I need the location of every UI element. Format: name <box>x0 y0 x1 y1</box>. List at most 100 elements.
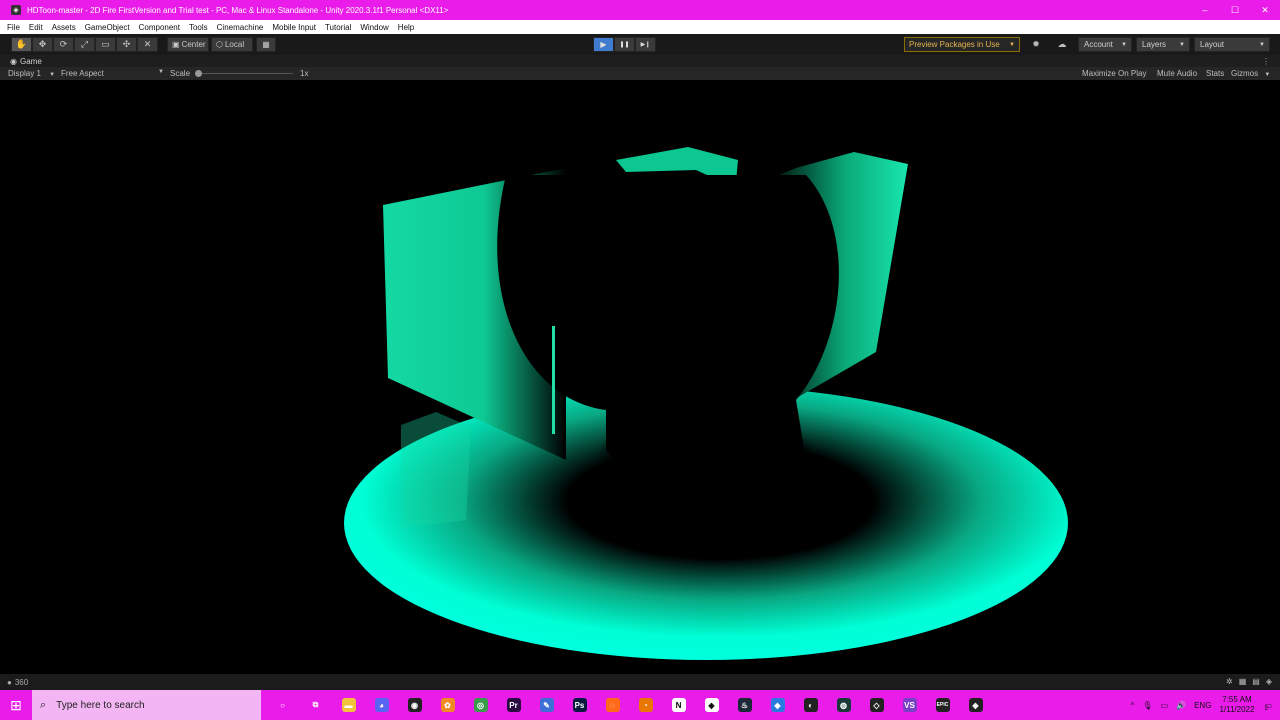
ghost-box <box>401 412 471 528</box>
layout-label: Layout <box>1200 40 1225 49</box>
taskbar-app-photoshop[interactable]: Ps <box>563 690 596 720</box>
unity-hub-icon: ◈ <box>704 698 719 712</box>
unity-editor-icon: ◈ <box>968 698 983 712</box>
menu-mobile-input[interactable]: Mobile Input <box>272 23 316 32</box>
progress-icon[interactable]: ▦ <box>1239 677 1247 686</box>
scale-tool-button[interactable]: ⤢ <box>74 37 95 52</box>
transform-tool-button[interactable]: ✣ <box>116 37 137 52</box>
game-viewport[interactable] <box>6 80 1274 674</box>
taskbar-app-github[interactable]: ◐ <box>794 690 827 720</box>
taskbar-app-cortana[interactable]: ○ <box>266 690 299 720</box>
menu-cinemachine[interactable]: Cinemachine <box>217 23 264 32</box>
menu-assets[interactable]: Assets <box>52 23 76 32</box>
taskbar-app-blender[interactable]: ◔ <box>629 690 662 720</box>
lighting-build-icon[interactable]: ◈ <box>1266 677 1272 686</box>
account-dropdown[interactable]: Account ▼ <box>1078 37 1132 52</box>
taskbar-app-app-dark[interactable]: ◍ <box>827 690 860 720</box>
pivot-label: Center <box>181 40 206 49</box>
file-explorer-icon: ▬ <box>341 698 356 712</box>
clock[interactable]: 7:55 AM 1/11/2022 <box>1219 695 1254 715</box>
taskbar-app-steam[interactable]: ♨ <box>728 690 761 720</box>
notification-icon[interactable]: ▭ 2 <box>1264 701 1272 712</box>
display-label: Display 1 <box>8 69 41 78</box>
minimize-button[interactable]: – <box>1190 0 1220 20</box>
github-icon: ◐ <box>803 698 818 712</box>
taskbar-app-fl-studio[interactable]: ✿ <box>431 690 464 720</box>
task-view-icon: ⧉ <box>312 700 319 709</box>
menu-file[interactable]: File <box>7 23 20 32</box>
pivot-rotation-button[interactable]: ⬡ Local <box>211 37 253 52</box>
language-indicator[interactable]: ENG <box>1194 701 1211 710</box>
volume-icon[interactable]: 🔊 <box>1176 701 1186 710</box>
chevron-down-icon: ▼ <box>49 72 56 78</box>
taskbar-app-file-explorer[interactable]: ▬ <box>332 690 365 720</box>
taskbar-app-visual-studio[interactable]: VS <box>893 690 926 720</box>
window-controls: – ☐ ✕ <box>1190 0 1280 20</box>
lighting-icon[interactable]: ✹ <box>1026 37 1046 52</box>
bug-icon[interactable]: ✲ <box>1226 677 1233 686</box>
taskbar-app-app-blue[interactable]: ◆ <box>761 690 794 720</box>
display-dropdown[interactable]: Display 1 ▼ <box>8 69 55 78</box>
taskbar-app-houdini[interactable]: ◌ <box>596 690 629 720</box>
rotation-label: Local <box>224 40 245 49</box>
microphone-icon[interactable]: 🎙 <box>1142 701 1152 710</box>
menu-component[interactable]: Component <box>139 23 180 32</box>
hand-tool-button[interactable]: ✋ <box>11 37 32 52</box>
more-options-icon[interactable]: ⋮ <box>1262 57 1270 66</box>
menu-tools[interactable]: Tools <box>189 23 208 32</box>
network-icon[interactable]: ▭ <box>1161 701 1169 710</box>
taskbar-app-unity[interactable]: ◇ <box>860 690 893 720</box>
menu-gameobject[interactable]: GameObject <box>85 23 130 32</box>
close-button[interactable]: ✕ <box>1250 0 1280 20</box>
taskbar-app-chrome[interactable]: ◎ <box>464 690 497 720</box>
menu-bar: File Edit Assets GameObject Component To… <box>0 20 1280 34</box>
pivot-icon: ▣ <box>172 40 180 49</box>
game-tab-icon: ◉ <box>10 56 17 66</box>
pause-button[interactable]: ❚❚ <box>614 37 635 52</box>
rotate-tool-button[interactable]: ⟳ <box>53 37 74 52</box>
step-button[interactable]: ▶❙ <box>635 37 656 52</box>
custom-tool-button[interactable]: ✕ <box>137 37 158 52</box>
taskbar-app-unity-editor[interactable]: ◈ <box>959 690 992 720</box>
tray-chevron-icon[interactable]: ^ <box>1131 701 1135 710</box>
menu-tutorial[interactable]: Tutorial <box>325 23 351 32</box>
stats-toggle[interactable]: Stats <box>1206 69 1224 78</box>
play-button[interactable]: ▶ <box>593 37 614 52</box>
notion-icon: N <box>671 698 686 712</box>
taskbar-app-unity-hub[interactable]: ◈ <box>695 690 728 720</box>
rect-tool-button[interactable]: ▭ <box>95 37 116 52</box>
epic-icon: EPIC <box>935 698 950 712</box>
maximize-button[interactable]: ☐ <box>1220 0 1250 20</box>
window-title: HDToon-master - 2D Fire FirstVersion and… <box>27 5 449 15</box>
scale-slider-track[interactable] <box>197 73 293 74</box>
taskbar-search[interactable]: ⌕ Type here to search <box>32 690 261 720</box>
cache-icon[interactable]: ▤ <box>1252 677 1260 686</box>
search-icon: ⌕ <box>40 698 47 711</box>
maximize-on-play-toggle[interactable]: Maximize On Play <box>1082 69 1146 78</box>
menu-help[interactable]: Help <box>398 23 414 32</box>
taskbar-app-epic[interactable]: EPIC <box>926 690 959 720</box>
gizmos-dropdown[interactable]: Gizmos ▼ <box>1231 69 1270 78</box>
taskbar-app-task-view[interactable]: ⧉ <box>299 690 332 720</box>
taskbar-app-premiere[interactable]: Pr <box>497 690 530 720</box>
taskbar-app-notion[interactable]: N <box>662 690 695 720</box>
pivot-mode-button[interactable]: ▣ Center <box>167 37 209 52</box>
move-tool-button[interactable]: ✥ <box>32 37 53 52</box>
mute-audio-toggle[interactable]: Mute Audio <box>1157 69 1197 78</box>
windows-start-icon[interactable]: ⊞ <box>0 690 32 720</box>
menu-window[interactable]: Window <box>360 23 388 32</box>
cloud-icon[interactable]: ☁ <box>1052 37 1072 52</box>
grid-snap-button[interactable]: ▦ <box>256 37 276 52</box>
search-placeholder: Type here to search <box>56 699 145 711</box>
game-tab[interactable]: ◉ Game ⋮ <box>0 55 1280 67</box>
aspect-dropdown[interactable]: Free Aspect ▼ <box>61 69 164 78</box>
menu-edit[interactable]: Edit <box>29 23 43 32</box>
preview-packages-dropdown[interactable]: Preview Packages in Use ▼ <box>904 37 1020 52</box>
layout-dropdown[interactable]: Layout ▼ <box>1194 37 1270 52</box>
taskbar-app-obs[interactable]: ◉ <box>398 690 431 720</box>
taskbar-app-discord[interactable]: ◕ <box>365 690 398 720</box>
clock-date: 1/11/2022 <box>1219 705 1255 714</box>
layers-dropdown[interactable]: Layers ▼ <box>1136 37 1190 52</box>
scale-slider-handle[interactable] <box>195 70 202 77</box>
taskbar-app-krita[interactable]: ✎ <box>530 690 563 720</box>
